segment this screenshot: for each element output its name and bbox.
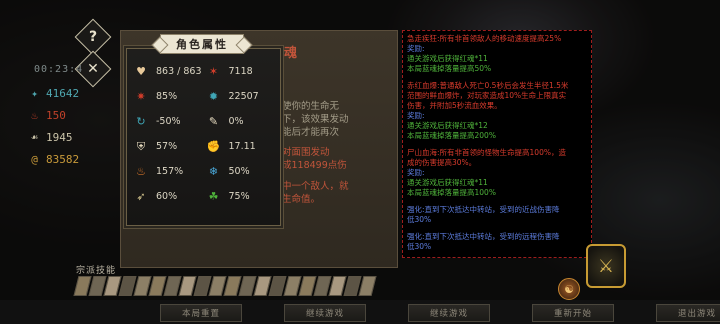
tooltip-line: 本局蓝魂掉落量提高200% — [407, 131, 496, 140]
attack-icon: ✶ — [208, 65, 219, 78]
bottom-button[interactable]: 本局重置 — [160, 304, 242, 322]
tooltip-line: 通关游戏后获得红魂*11 — [407, 178, 488, 187]
resource-row: ✦ 41642 — [28, 87, 79, 100]
stat-value: 7118 — [228, 66, 253, 77]
stat-item[interactable]: ❄ 50% — [205, 162, 278, 181]
skill-strip — [73, 276, 386, 298]
tooltip-line: 奖励: — [407, 168, 425, 177]
book-text-block-b: 对面围发动 成118499点伤 — [282, 147, 347, 171]
tooltip-section: 尸山血海:所有非首领的怪物生命提高100%，造 成的伤害提高30%。 奖励: 通关游戏… — [407, 148, 587, 198]
tooltip-line: 本局蓝魂掉落量提高50% — [407, 64, 492, 73]
fire-icon: ♨ — [31, 109, 38, 122]
tooltip-section: 赤红血爆:普通敌人死亡0.5秒后会发生半径1.5米 范围的鲜血爆炸，对玩家造成10… — [407, 81, 587, 141]
stat-value: 17.11 — [228, 141, 256, 152]
stat-item[interactable]: ♨ 157% — [132, 162, 205, 181]
bottom-button[interactable]: 继续游戏 — [408, 304, 490, 322]
bone-icon: ☙ — [31, 131, 38, 144]
stat-value: 57% — [156, 141, 178, 152]
resource-value: 1945 — [46, 131, 73, 144]
equipped-weapon-slot[interactable]: ⚔ — [586, 244, 626, 288]
tooltip-line: 成的伤害提高30%。 — [407, 158, 477, 167]
tooltip-line: 通关游戏后获得红魂*11 — [407, 54, 488, 63]
modifiers-tooltip: 急走疾狂:所有非首领敌人的移动速度提高25% 奖励: 通关游戏后获得红魂*11 本局蓝… — [402, 30, 592, 258]
stat-value: 85% — [156, 91, 178, 102]
book-title: 魂 — [284, 46, 298, 61]
stat-item[interactable]: ✶ 7118 — [205, 62, 278, 81]
tooltip-line: 范围的鲜血爆炸，对玩家造成10%生命上限真实 — [407, 91, 567, 100]
resource-value: 150 — [46, 109, 66, 122]
tooltip-line: 强化:直到下次抵达中转站，受到的近战伤害降 — [407, 205, 560, 214]
poison-icon: ☘ — [208, 190, 219, 203]
resource-value: 41642 — [46, 87, 80, 100]
stat-value: 50% — [228, 166, 250, 177]
tooltip-line: 奖励: — [407, 111, 425, 120]
burn-icon: ♨ — [136, 165, 146, 178]
tooltip-line: 强化:直到下次抵达中转站，受到的远程伤害降 — [407, 232, 560, 241]
bottom-button[interactable]: 重新开始 — [532, 304, 614, 322]
stat-value: 157% — [156, 166, 184, 177]
dagger-icon: ⚔ — [597, 255, 615, 277]
bottom-button[interactable]: 退出游戏 — [656, 304, 720, 322]
stat-item[interactable]: ⛨ 57% — [132, 137, 205, 156]
soul-flame-icon: ✦ — [31, 87, 38, 100]
stat-value: 863 / 863 — [156, 66, 202, 77]
close-icon: ✕ — [87, 61, 99, 77]
stat-value: 75% — [228, 191, 250, 202]
stat-item[interactable]: ➶ 60% — [132, 187, 205, 206]
dash-icon: ➶ — [136, 190, 146, 203]
crit-icon: ✷ — [136, 90, 146, 103]
tooltip-line: 奖励: — [407, 44, 425, 53]
stat-value: -50% — [156, 116, 181, 127]
tooltip-section: 强化:直到下次抵达中转站，受到的近战伤害降 低30% — [407, 205, 587, 225]
stat-item[interactable]: ↻ -50% — [132, 112, 205, 131]
crit-damage-icon: ✹ — [208, 90, 219, 103]
stats-grid: ♥ 863 / 863 ✶ 7118 ✷ 85% ✹ 22507 ↻ -50% ✎ 0% ⛨ 57% ✊ 17… — [132, 62, 277, 206]
skills-title: 宗派技能 — [76, 266, 117, 276]
tooltip-line: 急走疾狂:所有非首领敌人的移动速度提高25% — [407, 34, 562, 43]
stat-item[interactable]: ✎ 0% — [205, 112, 278, 131]
resource-value: 83582 — [46, 153, 80, 166]
tooltip-section: 急走疾狂:所有非首领敌人的移动速度提高25% 奖励: 通关游戏后获得红魂*11 本局蓝… — [407, 34, 587, 74]
tooltip-line: 本局蓝魂掉落量提高100% — [407, 188, 496, 197]
tooltip-line: 赤红血爆:普通敌人死亡0.5秒后会发生半径1.5米 — [407, 81, 569, 90]
frost-icon: ❄ — [208, 165, 219, 178]
tooltip-section: 强化:直到下次抵达中转站，受到的远程伤害降 低30% — [407, 232, 587, 252]
bottom-button[interactable]: 继续游戏 — [284, 304, 366, 322]
tooltip-line: 通关游戏后获得红魂*12 — [407, 121, 488, 130]
heart-icon: ♥ — [136, 65, 146, 78]
stats-panel-title: 角色属性 — [160, 34, 244, 54]
tooltip-line: 低30% — [407, 242, 432, 251]
tooltip-line: 伤害，并附加5秒流血效果。 — [407, 101, 502, 110]
book-text-block-c: 中一个敌人，就 生命值。 — [282, 181, 349, 205]
scroll-icon: ✎ — [208, 115, 219, 128]
stat-item[interactable]: ✹ 22507 — [205, 87, 278, 106]
resource-row: ☙ 1945 — [28, 131, 73, 144]
skill-slot[interactable] — [358, 276, 377, 296]
resource-row: ♨ 150 — [28, 109, 66, 122]
stat-item[interactable]: ☘ 75% — [205, 187, 278, 206]
stat-value: 0% — [228, 116, 244, 127]
stat-item[interactable]: ✊ 17.11 — [205, 137, 278, 156]
tooltip-line: 低30% — [407, 215, 432, 224]
game-timer: 00:23:4 — [34, 64, 84, 75]
gold-swirl-icon: @ — [31, 153, 38, 166]
shield-icon: ⛨ — [136, 139, 146, 153]
stat-value: 22507 — [228, 91, 259, 102]
help-icon: ? — [88, 29, 98, 45]
cooldown-icon: ↻ — [136, 115, 146, 128]
stat-item[interactable]: ✷ 85% — [132, 87, 205, 106]
stat-value: 60% — [156, 191, 178, 202]
stat-item[interactable]: ♥ 863 / 863 — [132, 62, 205, 81]
resource-row: @83582 — [28, 153, 79, 166]
strength-icon: ✊ — [206, 140, 221, 153]
orb-icon[interactable]: ☯ — [558, 278, 580, 300]
book-text-block-a: 使你的生命无 下，该效果发动 能后才能再次 — [282, 101, 349, 138]
tooltip-line: 尸山血海:所有非首领的怪物生命提高100%，造 — [407, 148, 566, 157]
